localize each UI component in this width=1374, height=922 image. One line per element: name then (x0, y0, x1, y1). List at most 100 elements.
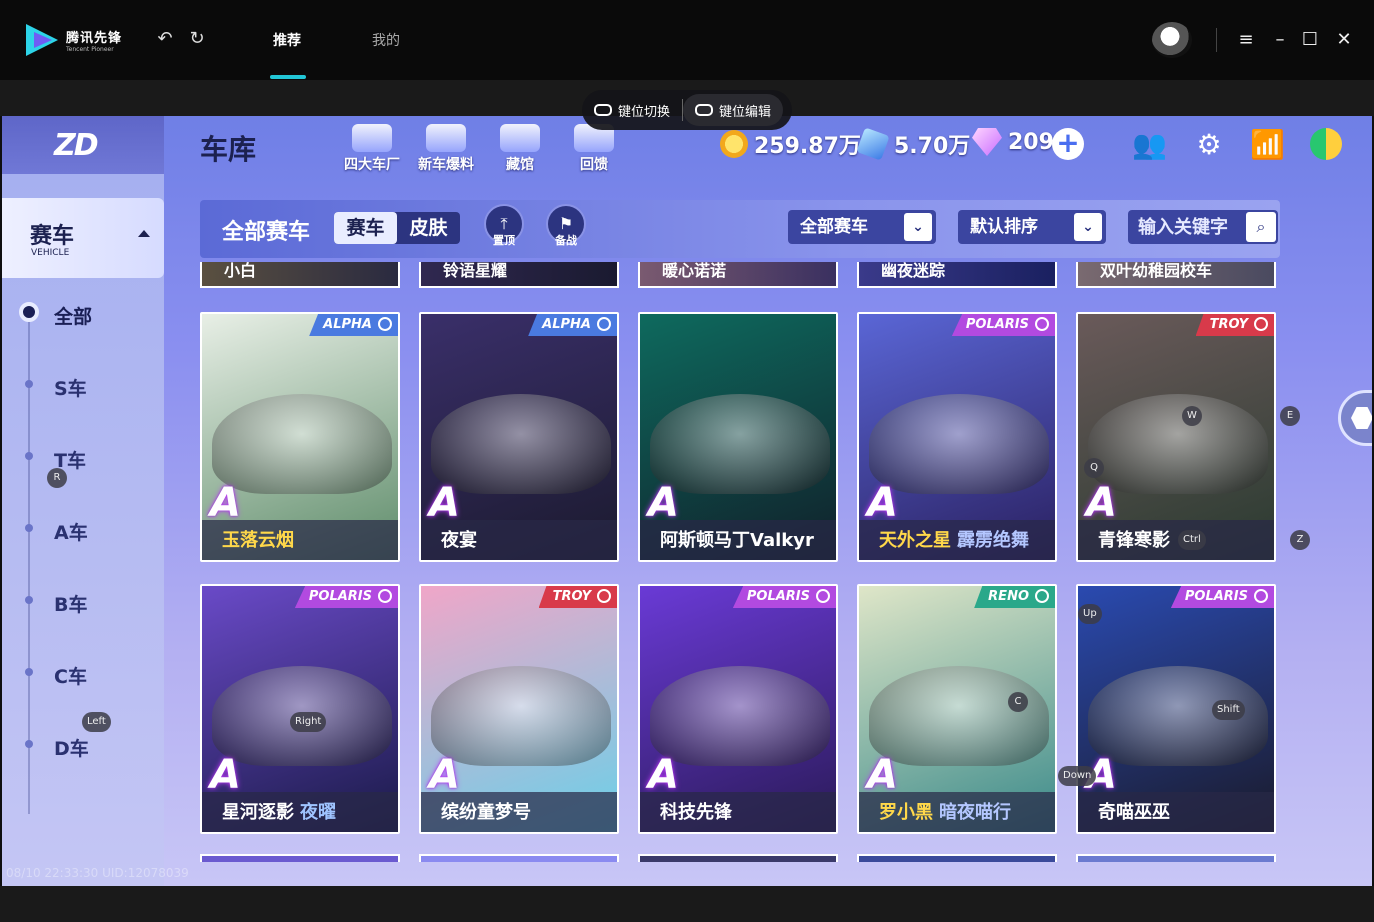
car-silhouette-icon (1088, 394, 1268, 494)
car-card[interactable]: ALPHA A 夜宴 (419, 312, 619, 562)
factories-button[interactable]: 四大车厂 (336, 124, 408, 176)
key-hint-ctrl: Ctrl (1178, 530, 1206, 550)
activity-ball-icon[interactable] (1310, 128, 1342, 160)
category-subtitle: VEHICLE (31, 248, 70, 258)
car-card-partial[interactable] (857, 854, 1057, 862)
car-name: 阿斯顿马丁Valkyr (660, 526, 814, 552)
car-name-sub: 霹雳绝舞 (957, 530, 1029, 551)
brand-badge: POLARIS (732, 586, 836, 608)
title-bar: 腾讯先锋 Tencent Pioneer ↶ ↻ 推荐 我的 ≡ – ☐ ✕ (0, 0, 1374, 80)
avatar[interactable] (1152, 22, 1192, 58)
segment-skin[interactable]: 皮肤 (397, 212, 460, 244)
new-car-label: 新车爆料 (418, 157, 474, 173)
car-name: 青锋寒影 (1098, 526, 1170, 552)
refresh-icon[interactable]: ↻ (186, 28, 208, 50)
close-icon[interactable]: ✕ (1332, 28, 1356, 52)
car-name: 幽夜迷踪 (881, 262, 946, 280)
rewards-button[interactable]: 回馈 (558, 124, 630, 176)
logo-subtext: Tencent Pioneer (66, 46, 114, 53)
car-name: 罗小黑 暗夜喵行 (879, 798, 1011, 824)
coin-icon (720, 130, 748, 158)
keymap-switch-label: 键位切换 (618, 104, 671, 120)
car-name-main: 罗小黑 (879, 802, 933, 823)
car-name-main: 天外之星 (879, 530, 951, 551)
car-name-main: 玉落云烟 (222, 530, 294, 551)
session-info: 08/10 22:33:30 UID:12078039 (6, 866, 189, 880)
brand-emblem-icon (597, 317, 611, 331)
car-card[interactable]: TROY A 青锋寒影 (1076, 312, 1276, 562)
brand-badge: ALPHA (528, 314, 617, 336)
key-hint-shift: Shift (1212, 700, 1245, 720)
car-card-partial[interactable]: 幽夜迷踪 (857, 262, 1057, 288)
sidebar-item-d[interactable]: D车 (54, 734, 89, 761)
car-card[interactable]: A 阿斯顿马丁Valkyr (638, 312, 838, 562)
car-card[interactable]: POLARIS A 科技先锋 (638, 584, 838, 834)
car-card-partial[interactable]: 铃语星耀 (419, 262, 619, 288)
add-currency-button[interactable]: + (1052, 128, 1084, 160)
sort-dropdown[interactable]: 默认排序 ⌄ (958, 210, 1106, 244)
car-name: 暖心诺诺 (662, 262, 727, 280)
sidebar-item-a[interactable]: A车 (54, 518, 88, 545)
backup-button[interactable]: ⚑ 备战 (544, 204, 588, 252)
coin-value: 259.87万 (754, 134, 861, 159)
dot-icon (25, 524, 33, 532)
car-silhouette-icon (869, 394, 1049, 494)
undo-icon[interactable]: ↶ (154, 28, 176, 50)
tab-mine[interactable]: 我的 (372, 30, 400, 50)
game-logo[interactable]: ZD (2, 116, 164, 174)
sidebar-item-b[interactable]: B车 (54, 590, 87, 617)
car-card-partial[interactable] (200, 854, 400, 862)
minimize-icon[interactable]: – (1268, 28, 1292, 52)
sidebar-item-all[interactable]: 全部 (54, 302, 92, 329)
pin-button[interactable]: ⤒ 置顶 (482, 204, 526, 252)
car-card[interactable]: ALPHA A 玉落云烟 (200, 312, 400, 562)
new-car-button[interactable]: 新车爆料 (410, 124, 482, 176)
car-card-partial[interactable] (1076, 854, 1276, 862)
category-header[interactable]: 赛车 VEHICLE (2, 198, 164, 278)
car-name-main: 星河逐影 (222, 802, 294, 823)
brand-label: RENO (988, 589, 1029, 604)
car-card-partial[interactable]: 双叶幼稚园校车 (1076, 262, 1276, 288)
type-dropdown[interactable]: 全部赛车 ⌄ (788, 210, 936, 244)
car-name: 缤纷童梦号 (441, 798, 531, 824)
keymap-switch-button[interactable]: 键位切换 (582, 101, 682, 120)
brand-badge: ALPHA (309, 314, 398, 336)
tree-line (28, 314, 30, 814)
friends-mail-icon[interactable]: 👥 (1132, 128, 1167, 162)
car-card-partial[interactable] (419, 854, 619, 862)
collection-button[interactable]: 藏馆 (484, 124, 556, 176)
maximize-icon[interactable]: ☐ (1298, 28, 1322, 52)
coin-balance: 259.87万 (720, 128, 861, 160)
search-icon[interactable]: ⌕ (1246, 212, 1276, 242)
car-card[interactable]: RENO A 罗小黑 暗夜喵行 (857, 584, 1057, 834)
brand-emblem-icon (1254, 589, 1268, 603)
pin-label: 置顶 (493, 234, 515, 247)
car-card-partial[interactable] (638, 854, 838, 862)
keymap-edit-button[interactable]: 键位编辑 (683, 94, 784, 126)
search-input[interactable] (1128, 210, 1248, 244)
key-hint-z: Z (1290, 530, 1310, 550)
car-name: 夜宴 (441, 526, 477, 552)
car-card[interactable]: POLARIS A 天外之星 霹雳绝舞 (857, 312, 1057, 562)
menu-icon[interactable]: ≡ (1234, 28, 1258, 52)
sidebar-item-c[interactable]: C车 (54, 662, 87, 689)
car-name: 天外之星 霹雳绝舞 (879, 526, 1029, 552)
car-card[interactable]: POLARIS A 星河逐影 夜曜 (200, 584, 400, 834)
brand-badge: TROY (538, 586, 617, 608)
car-card-partial[interactable]: 小白 (200, 262, 400, 288)
dot-icon (25, 380, 33, 388)
car-card[interactable]: POLARIS A 奇喵巫巫 (1076, 584, 1276, 834)
side-drawer-handle[interactable] (1338, 390, 1372, 446)
car-card[interactable]: TROY A 缤纷童梦号 (419, 584, 619, 834)
chevron-down-icon: ⌄ (1074, 213, 1102, 241)
tab-recommend[interactable]: 推荐 (273, 30, 301, 50)
brand-label: POLARIS (1184, 589, 1248, 604)
car-card-partial[interactable]: 暖心诺诺 (638, 262, 838, 288)
segment-vehicle[interactable]: 赛车 (334, 212, 397, 244)
sidebar-item-s[interactable]: S车 (54, 374, 87, 401)
stream-frame-bottom (0, 886, 1374, 922)
gear-icon[interactable]: ⚙ (1192, 128, 1226, 162)
brand-label: TROY (1209, 317, 1248, 332)
logo-icon (24, 22, 66, 58)
car-name: 双叶幼稚园校车 (1100, 262, 1213, 280)
